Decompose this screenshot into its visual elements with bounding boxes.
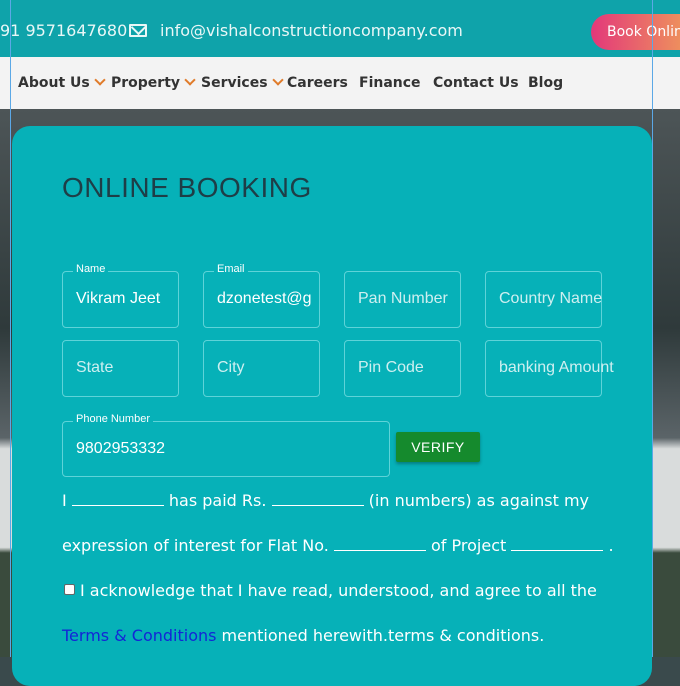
online-booking-modal: ONLINE BOOKING Name Vikram Jeet Email dz… <box>12 126 652 686</box>
nav-finance[interactable]: Finance <box>359 75 421 91</box>
terms-line: Terms & Conditions mentioned herewith.te… <box>62 626 544 645</box>
project-blank[interactable] <box>511 536 604 551</box>
pan-number-field[interactable]: Pan Number <box>344 271 461 328</box>
acknowledge-checkbox[interactable] <box>64 584 75 595</box>
nav-services[interactable]: Services <box>201 74 284 91</box>
nav-property[interactable]: Property <box>111 74 196 91</box>
terms-conditions-link[interactable]: Terms & Conditions <box>62 626 216 645</box>
phone-number-field[interactable]: Phone Number 9802953332 <box>62 413 390 477</box>
country-name-placeholder: Country Name <box>499 290 603 307</box>
city-field[interactable]: City <box>203 340 320 397</box>
phone-number-value: 9802953332 <box>76 440 165 457</box>
name-value: Vikram Jeet <box>76 290 161 307</box>
email-label: Email <box>214 263 248 275</box>
nav-label: Property <box>111 75 181 91</box>
statement-text: of Project <box>431 536 507 555</box>
terms-suffix: mentioned herewith.terms & conditions. <box>221 626 545 645</box>
statement-text: expression of interest for Flat No. <box>62 536 329 555</box>
nav-contact-us[interactable]: Contact Us <box>433 75 519 91</box>
statement-line-2: expression of interest for Flat No. of P… <box>62 536 614 555</box>
banking-amount-placeholder: banking Amount <box>499 359 614 376</box>
guide-line-right <box>652 0 653 657</box>
state-field[interactable]: State <box>62 340 179 397</box>
nav-label: Services <box>201 75 268 91</box>
email-address[interactable]: info@vishalconstructioncompany.com <box>160 21 463 40</box>
chevron-down-icon <box>94 74 106 86</box>
nav-about-us[interactable]: About Us <box>18 74 106 91</box>
name-blank[interactable] <box>71 491 164 506</box>
pan-number-placeholder: Pan Number <box>358 290 448 307</box>
pin-code-field[interactable]: Pin Code <box>344 340 461 397</box>
verify-button[interactable]: VERIFY <box>396 432 480 462</box>
flat-number-blank[interactable] <box>333 536 426 551</box>
mail-icon <box>129 24 147 37</box>
nav-blog[interactable]: Blog <box>528 75 563 91</box>
statement-line-1: I has paid Rs. (in numbers) as against m… <box>62 491 589 510</box>
statement-text: I <box>62 491 67 510</box>
banking-amount-field[interactable]: banking Amount <box>485 340 614 397</box>
modal-title: ONLINE BOOKING <box>62 172 312 203</box>
top-contact-bar: 91 9571647680 info@vishalconstructioncom… <box>0 0 680 57</box>
statement-text: . <box>608 536 614 555</box>
name-label: Name <box>73 263 109 275</box>
pin-code-placeholder: Pin Code <box>358 359 424 376</box>
email-field[interactable]: Email dzonetest@gmail.com <box>203 263 320 328</box>
chevron-down-icon <box>184 74 196 86</box>
statement-text: has paid Rs. <box>168 491 267 510</box>
state-placeholder: State <box>76 359 114 376</box>
acknowledge-text: I acknowledge that I have read, understo… <box>80 581 597 600</box>
amount-blank[interactable] <box>271 491 364 506</box>
city-placeholder: City <box>217 359 245 376</box>
statement-text: (in numbers) as against my <box>368 491 590 510</box>
country-name-field[interactable]: Country Name <box>485 271 602 328</box>
phone-number[interactable]: 91 9571647680 <box>0 21 127 40</box>
guide-line-left <box>10 0 11 657</box>
name-field[interactable]: Name Vikram Jeet <box>62 263 179 328</box>
book-online-button[interactable]: Book Online <box>591 14 680 50</box>
nav-careers[interactable]: Careers <box>287 75 348 91</box>
chevron-down-icon <box>271 74 284 86</box>
nav-label: About Us <box>18 75 90 91</box>
email-value: dzonetest@gmail.com <box>217 290 311 307</box>
phone-number-label: Phone Number <box>73 413 153 425</box>
main-nav: About Us Property Services Careers Finan… <box>0 57 680 109</box>
